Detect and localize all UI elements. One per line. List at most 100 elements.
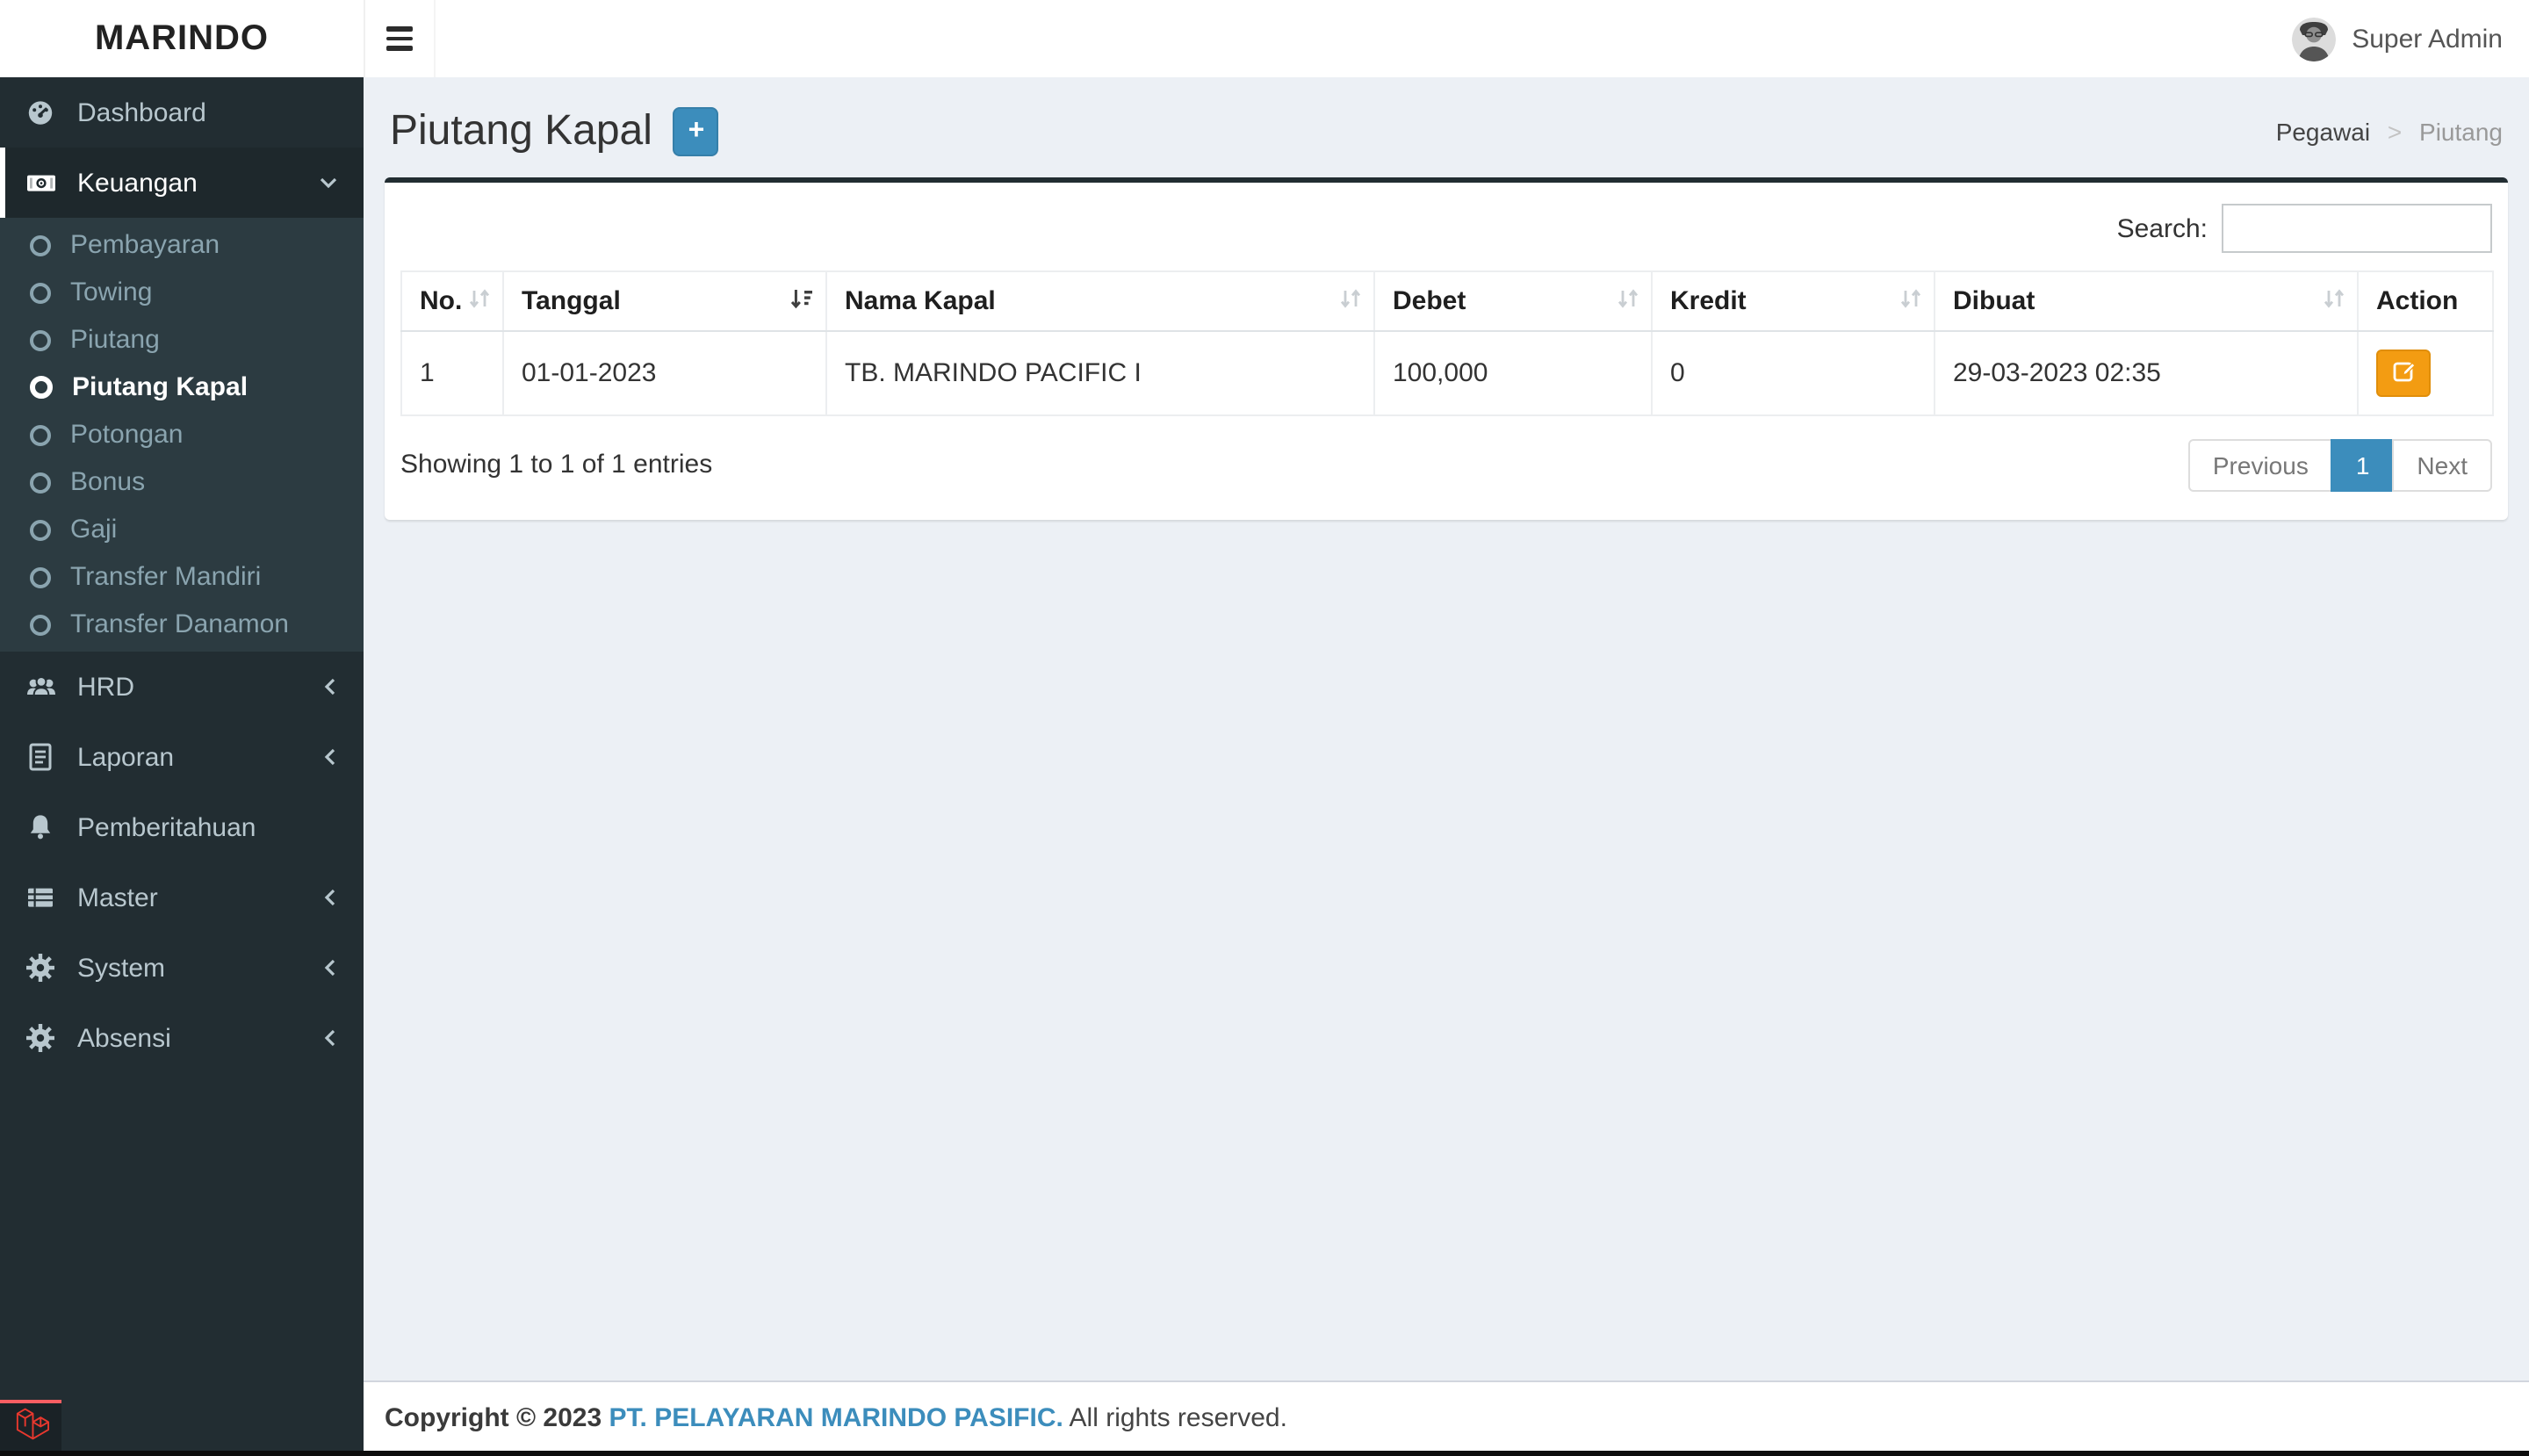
sidebar-item-label: Master	[77, 883, 158, 912]
breadcrumb-separator: >	[2388, 118, 2402, 146]
search-input[interactable]	[2222, 204, 2492, 253]
top-navbar: Super Admin	[364, 0, 2529, 77]
submenu-item-label: Piutang Kapal	[72, 372, 248, 402]
submenu-item-bonus[interactable]: Bonus	[0, 458, 364, 506]
circle-icon	[30, 566, 51, 587]
sort-icon	[2324, 286, 2345, 316]
breadcrumb-parent[interactable]: Pegawai	[2276, 118, 2370, 146]
submenu-item-label: Piutang	[70, 325, 160, 355]
column-header-action: Action	[2358, 271, 2493, 331]
page-footer: Copyright © 2023 PT. PELAYARAN MARINDO P…	[364, 1380, 2529, 1456]
submenu-item-label: Bonus	[70, 467, 145, 497]
pagination-previous[interactable]: Previous	[2188, 439, 2333, 492]
piutang-kapal-table: No. Tanggal Nama Kapal Debet Kredit Dibu…	[400, 270, 2494, 416]
gear-icon	[25, 952, 67, 984]
table-icon	[25, 882, 67, 913]
chevron-left-icon	[321, 676, 339, 697]
user-avatar	[2292, 17, 2336, 61]
column-header-dibuat[interactable]: Dibuat	[1935, 271, 2358, 331]
circle-icon	[30, 234, 51, 256]
sidebar-item-label: Pemberitahuan	[77, 812, 256, 842]
pagination: Previous 1 Next	[2188, 439, 2492, 492]
submenu-item-pembayaran[interactable]: Pembayaran	[0, 221, 364, 269]
chevron-left-icon	[321, 887, 339, 908]
sidebar-item-keuangan[interactable]: Keuangan	[0, 148, 364, 218]
sidebar-item-master[interactable]: Master	[0, 862, 364, 933]
sidebar: MARINDO Dashboard Keuangan Pembayaran	[0, 0, 364, 1456]
column-header-kredit[interactable]: Kredit	[1652, 271, 1935, 331]
column-header-debet[interactable]: Debet	[1374, 271, 1652, 331]
submenu-item-transfer-danamon[interactable]: Transfer Danamon	[0, 601, 364, 648]
datatable-card: Search: No. Tanggal Nama Kapal	[385, 177, 2508, 520]
sidebar-item-absensi[interactable]: Absensi	[0, 1003, 364, 1073]
add-button[interactable]: +	[674, 107, 719, 156]
sort-icon	[1340, 286, 1361, 316]
sort-icon	[469, 286, 490, 316]
submenu-item-potongan[interactable]: Potongan	[0, 411, 364, 458]
debugbar-collapsed-strip[interactable]	[0, 1451, 2529, 1456]
chevron-down-icon	[318, 174, 339, 191]
sort-desc-icon	[790, 286, 813, 316]
submenu-item-towing[interactable]: Towing	[0, 269, 364, 316]
submenu-item-transfer-mandiri[interactable]: Transfer Mandiri	[0, 553, 364, 601]
page-header: Piutang Kapal + Pegawai > Piutang	[385, 91, 2508, 177]
cell-tanggal: 01-01-2023	[503, 331, 826, 415]
search-label: Search:	[2117, 213, 2208, 243]
rights-text: All rights reserved.	[1070, 1403, 1287, 1433]
sort-icon	[1900, 286, 1921, 316]
circle-icon	[30, 424, 51, 445]
submenu-item-gaji[interactable]: Gaji	[0, 506, 364, 553]
sidebar-toggle-button[interactable]	[364, 0, 436, 77]
cell-nama-kapal: TB. MARINDO PACIFIC I	[826, 331, 1374, 415]
user-name: Super Admin	[2352, 24, 2503, 54]
breadcrumb-current: Piutang	[2419, 118, 2503, 146]
submenu-item-piutang[interactable]: Piutang	[0, 316, 364, 364]
edit-pencil-icon	[2391, 358, 2416, 388]
sidebar-item-system[interactable]: System	[0, 933, 364, 1003]
column-header-no[interactable]: No.	[401, 271, 503, 331]
sidebar-item-hrd[interactable]: HRD	[0, 652, 364, 722]
sidebar-item-dashboard[interactable]: Dashboard	[0, 77, 364, 148]
user-menu[interactable]: Super Admin	[2266, 0, 2529, 77]
column-header-nama-kapal[interactable]: Nama Kapal	[826, 271, 1374, 331]
sidebar-item-pemberitahuan[interactable]: Pemberitahuan	[0, 792, 364, 862]
circle-icon	[30, 614, 51, 635]
table-info: Showing 1 to 1 of 1 entries	[400, 439, 712, 479]
sidebar-menu: Dashboard Keuangan Pembayaran Towing Piu…	[0, 77, 364, 1073]
sidebar-item-label: Keuangan	[77, 168, 198, 198]
company-link[interactable]: PT. PELAYARAN MARINDO PASIFIC.	[609, 1403, 1063, 1433]
hamburger-icon	[386, 27, 413, 32]
cell-kredit: 0	[1652, 331, 1935, 415]
users-icon	[25, 671, 67, 703]
circle-icon	[30, 376, 53, 399]
main-area: Super Admin Piutang Kapal + Pegawai > Pi…	[364, 0, 2529, 1456]
chevron-left-icon	[321, 746, 339, 768]
keuangan-submenu: Pembayaran Towing Piutang Piutang Kapal …	[0, 218, 364, 652]
table-header-row: No. Tanggal Nama Kapal Debet Kredit Dibu…	[401, 271, 2493, 331]
submenu-item-label: Gaji	[70, 515, 117, 544]
sidebar-item-laporan[interactable]: Laporan	[0, 722, 364, 792]
pagination-next[interactable]: Next	[2392, 439, 2492, 492]
edit-button[interactable]	[2376, 350, 2431, 397]
column-header-tanggal[interactable]: Tanggal	[503, 271, 826, 331]
submenu-item-piutang-kapal[interactable]: Piutang Kapal	[0, 364, 364, 411]
laravel-debugbar-toggle[interactable]	[0, 1400, 61, 1451]
gear-icon	[25, 1022, 67, 1054]
copyright-text: Copyright © 2023	[385, 1403, 602, 1433]
bell-icon	[25, 811, 67, 843]
page-title: Piutang Kapal	[390, 107, 652, 156]
submenu-item-label: Transfer Danamon	[70, 609, 289, 639]
cell-action	[2358, 331, 2493, 415]
sidebar-item-label: System	[77, 953, 165, 983]
chevron-left-icon	[321, 1027, 339, 1049]
submenu-item-label: Pembayaran	[70, 230, 220, 260]
sidebar-item-label: Laporan	[77, 742, 174, 772]
search-row: Search:	[400, 204, 2492, 253]
money-icon	[25, 167, 67, 198]
pagination-page-1[interactable]: 1	[2331, 439, 2395, 492]
circle-icon	[30, 519, 51, 540]
app-viewport: MARINDO Dashboard Keuangan Pembayaran	[0, 0, 2529, 1456]
table-row: 1 01-01-2023 TB. MARINDO PACIFIC I 100,0…	[401, 331, 2493, 415]
submenu-item-label: Transfer Mandiri	[70, 562, 261, 592]
brand-logo[interactable]: MARINDO	[0, 0, 364, 77]
